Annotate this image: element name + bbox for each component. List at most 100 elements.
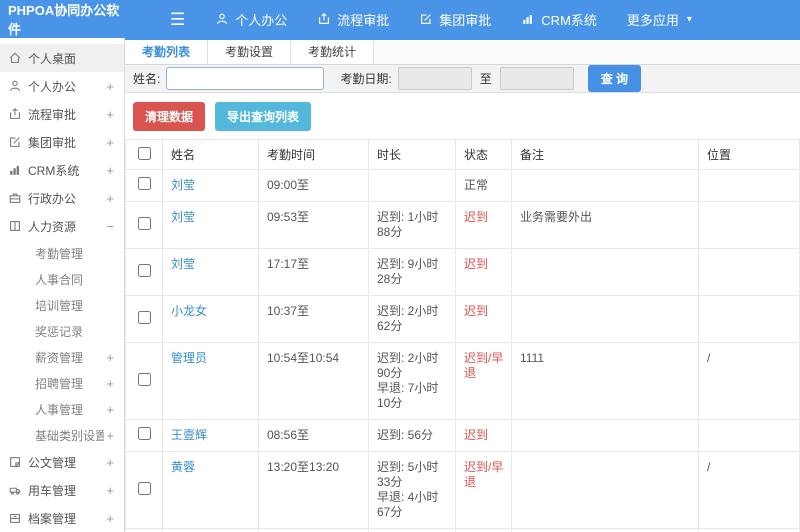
tab-attendance-settings[interactable]: 考勤设置 [208, 40, 292, 64]
search-button[interactable]: 查 询 [587, 65, 642, 92]
archive-icon [8, 511, 28, 525]
export-list-button[interactable]: 导出查询列表 [215, 102, 312, 131]
select-all-checkbox[interactable] [137, 146, 151, 160]
expand-toggle[interactable]: + [104, 163, 114, 178]
sidebar-subitem-attendance[interactable]: 考勤管理 [0, 240, 124, 266]
employee-name-link[interactable]: 刘莹 [171, 257, 195, 271]
collapse-toggle[interactable]: − [104, 219, 114, 234]
user-icon [215, 12, 229, 26]
tab-attendance-statistics[interactable]: 考勤统计 [291, 40, 375, 64]
col-duration: 时长 [368, 139, 456, 170]
bar-chart-icon [8, 163, 28, 177]
expand-toggle[interactable]: + [104, 79, 114, 94]
row-checkbox[interactable] [137, 427, 151, 440]
expand-toggle[interactable]: + [104, 350, 114, 365]
col-location: 位置 [698, 139, 800, 170]
sidebar-item-process-approval[interactable]: 流程审批 + [0, 100, 124, 128]
bar-chart-icon [521, 12, 535, 26]
employee-name-link[interactable]: 刘莹 [171, 210, 195, 224]
sidebar-subitem-salary[interactable]: 薪资管理 + [0, 344, 124, 370]
col-time: 考勤时间 [258, 139, 369, 170]
expand-toggle[interactable]: + [104, 135, 114, 150]
table-row: 刘莹 17:17至 迟到: 9小时28分 迟到 [125, 248, 800, 296]
to-label: 至 [479, 72, 492, 86]
status-badge: 迟到/早退 [455, 451, 512, 529]
row-checkbox[interactable] [137, 372, 151, 386]
sidebar-item-human-resources[interactable]: 人力资源 − [0, 212, 124, 240]
expand-toggle[interactable]: + [104, 191, 114, 206]
row-checkbox[interactable] [137, 216, 151, 230]
clean-data-button[interactable]: 清理数据 [133, 102, 206, 131]
status-badge: 迟到/早退 [455, 342, 512, 420]
edit-approval-icon [8, 135, 28, 149]
sidebar-subitem-training[interactable]: 培训管理 [0, 292, 124, 318]
sidebar-item-personal-desktop[interactable]: 个人桌面 [0, 44, 124, 72]
sidebar-item-documents[interactable]: 公文管理 + [0, 448, 124, 476]
expand-toggle[interactable]: + [104, 428, 114, 443]
main-content: 考勤列表 考勤设置 考勤统计 姓名: 考勤日期: 至 查 询 清理数据 导出查询… [125, 38, 800, 532]
user-icon [8, 79, 28, 93]
status-badge: 迟到 [455, 295, 512, 343]
expand-toggle[interactable]: + [104, 107, 114, 122]
table-row: 小龙女 10:37至 迟到: 2小时62分 迟到 [125, 295, 800, 343]
row-checkbox[interactable] [137, 177, 151, 190]
sidebar-item-archives[interactable]: 档案管理 + [0, 504, 124, 532]
sidebar-subitem-personnel[interactable]: 人事管理 + [0, 396, 124, 422]
date-label: 考勤日期: [340, 72, 392, 86]
attendance-table: 姓名 考勤时间 时长 状态 备注 位置 刘莹 09:00至 正常 刘莹 09:5… [125, 139, 800, 532]
caret-down-icon: ▾ [686, 13, 692, 25]
name-label: 姓名: [133, 72, 161, 86]
employee-name-link[interactable]: 刘莹 [171, 178, 195, 192]
employee-name-link[interactable]: 黄蓉 [171, 460, 195, 474]
expand-toggle[interactable]: + [104, 402, 114, 417]
table-row: 王壹辉 08:56至 迟到: 56分 迟到 [125, 419, 800, 452]
car-icon [8, 483, 28, 497]
table-row: 刘莹 09:00至 正常 [125, 169, 800, 202]
row-checkbox[interactable] [137, 310, 151, 324]
row-checkbox[interactable] [137, 481, 151, 495]
topnav-personal-office[interactable]: 个人办公 [215, 10, 287, 29]
sidebar-item-group-approval[interactable]: 集团审批 + [0, 128, 124, 156]
hamburger-icon[interactable]: ☰ [170, 11, 185, 28]
expand-toggle[interactable]: + [104, 483, 114, 498]
home-icon [8, 51, 28, 65]
edit-approval-icon [419, 12, 433, 26]
table-row: 刘莹 09:53至 迟到: 1小时88分 迟到 业务需要外出 [125, 201, 800, 249]
status-badge: 迟到 [455, 419, 512, 452]
sidebar-subitem-rewards[interactable]: 奖惩记录 [0, 318, 124, 344]
date-from-input[interactable] [397, 67, 472, 90]
document-icon [8, 455, 28, 469]
employee-name-link[interactable]: 王壹辉 [171, 428, 207, 442]
topnav-process-approval[interactable]: 流程审批 [317, 10, 389, 29]
tab-bar: 考勤列表 考勤设置 考勤统计 [125, 38, 800, 65]
expand-toggle[interactable]: + [104, 455, 114, 470]
expand-toggle[interactable]: + [104, 511, 114, 526]
process-approval-icon [8, 107, 28, 121]
name-input[interactable] [166, 67, 325, 90]
employee-name-link[interactable]: 管理员 [171, 351, 207, 365]
filter-bar: 姓名: 考勤日期: 至 查 询 [125, 65, 800, 93]
top-bar: PHPOA协同办公软件 ☰ 个人办公 流程审批 集团审批 CRM系统 更多应用 … [0, 0, 800, 38]
topnav-group-approval[interactable]: 集团审批 [419, 10, 491, 29]
top-navigation: 个人办公 流程审批 集团审批 CRM系统 更多应用 ▾ [215, 10, 722, 29]
sidebar-subitem-base-category[interactable]: 基础类别设置 + [0, 422, 124, 448]
sidebar-item-admin-office[interactable]: 行政办公 + [0, 184, 124, 212]
status-badge: 正常 [455, 169, 512, 202]
process-approval-icon [317, 12, 331, 26]
sidebar: 个人桌面 个人办公 + 流程审批 + 集团审批 + CRM系统 + 行政办公 +… [0, 38, 125, 532]
topnav-crm[interactable]: CRM系统 [521, 10, 597, 29]
tab-attendance-list[interactable]: 考勤列表 [125, 40, 209, 64]
sidebar-item-personal-office[interactable]: 个人办公 + [0, 72, 124, 100]
topnav-more-apps[interactable]: 更多应用 ▾ [627, 10, 692, 29]
sidebar-item-crm[interactable]: CRM系统 + [0, 156, 124, 184]
row-checkbox[interactable] [137, 263, 151, 277]
date-to-input[interactable] [499, 67, 574, 90]
table-header-row: 姓名 考勤时间 时长 状态 备注 位置 [125, 139, 800, 170]
sidebar-subitem-hr-contract[interactable]: 人事合同 [0, 266, 124, 292]
sidebar-item-vehicle[interactable]: 用车管理 + [0, 476, 124, 504]
employee-name-link[interactable]: 小龙女 [171, 304, 207, 318]
expand-toggle[interactable]: + [104, 376, 114, 391]
table-row: 黄蓉 13:20至13:20 迟到: 5小时33分 早退: 4小时67分 迟到/早… [125, 451, 800, 529]
action-buttons: 清理数据 导出查询列表 [125, 93, 800, 139]
sidebar-subitem-recruitment[interactable]: 招聘管理 + [0, 370, 124, 396]
